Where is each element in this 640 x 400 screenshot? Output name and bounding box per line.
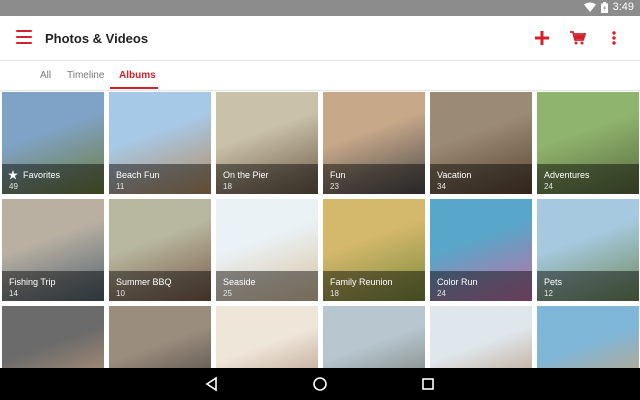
album-count: 34 [437, 182, 446, 191]
album-tile[interactable]: Summer BBQ 10 [109, 199, 211, 301]
navigation-bar [0, 368, 640, 400]
album-count: 25 [223, 289, 232, 298]
album-name: Color Run [437, 277, 478, 287]
album-tile[interactable]: Seaside 25 [216, 199, 318, 301]
album-tile[interactable] [2, 306, 104, 368]
album-name: Summer BBQ [116, 277, 172, 287]
album-count: 14 [9, 289, 18, 298]
album-tile[interactable] [537, 306, 639, 368]
album-tile[interactable] [216, 306, 318, 368]
star-icon [8, 170, 18, 180]
home-icon[interactable] [312, 376, 328, 392]
battery-icon [600, 1, 608, 13]
album-tile[interactable]: Color Run 24 [430, 199, 532, 301]
toolbar-actions [532, 28, 624, 48]
album-cover-photo [109, 306, 211, 368]
album-cover-photo [216, 306, 318, 368]
tab-bar: All Timeline Albums [0, 61, 640, 91]
album-name: Vacation [437, 170, 472, 180]
album-count: 18 [223, 182, 232, 191]
cart-icon [570, 31, 586, 45]
more-options-button[interactable] [604, 28, 624, 48]
album-cover-photo [323, 306, 425, 368]
album-tile[interactable] [109, 306, 211, 368]
album-count: 11 [116, 182, 125, 191]
album-name: Pets [544, 277, 563, 287]
tab-timeline[interactable]: Timeline [67, 70, 104, 81]
album-name: On the Pier [223, 170, 269, 180]
album-tile[interactable] [430, 306, 532, 368]
album-count: 12 [544, 289, 553, 298]
tab-all[interactable]: All [40, 70, 51, 81]
album-tile[interactable]: On the Pier 18 [216, 92, 318, 194]
album-name: Adventures [544, 170, 590, 180]
album-count: 18 [330, 289, 339, 298]
album-name: Fun [330, 170, 346, 180]
album-cover-photo [430, 306, 532, 368]
album-cover-photo [537, 306, 639, 368]
album-grid: Favorites 49 Beach Fun 11 On the Pier 18 Fun 23… [2, 92, 640, 368]
status-time: 3:49 [612, 1, 634, 13]
album-tile[interactable]: Family Reunion 18 [323, 199, 425, 301]
album-tile[interactable] [323, 306, 425, 368]
album-count: 49 [9, 182, 18, 191]
page-title: Photos & Videos [45, 31, 149, 46]
album-count: 24 [544, 182, 553, 191]
album-name: Seaside [223, 277, 256, 287]
album-count: 10 [116, 289, 125, 298]
album-name: Beach Fun [116, 170, 160, 180]
app-bar: Photos & Videos [0, 16, 640, 61]
album-cover-photo [2, 306, 104, 368]
back-icon[interactable] [204, 376, 220, 392]
album-name: Family Reunion [330, 277, 393, 287]
recents-icon[interactable] [420, 376, 436, 392]
album-count: 24 [437, 289, 446, 298]
album-tile[interactable]: Adventures 24 [537, 92, 639, 194]
plus-icon [535, 31, 549, 45]
wifi-icon [583, 2, 596, 12]
album-tile[interactable]: Pets 12 [537, 199, 639, 301]
album-tile[interactable]: Fishing Trip 14 [2, 199, 104, 301]
cart-button[interactable] [568, 28, 588, 48]
album-name: Favorites [23, 170, 61, 180]
album-tile[interactable]: Vacation 34 [430, 92, 532, 194]
more-vert-icon [612, 31, 616, 45]
status-bar: 3:49 [0, 0, 640, 16]
album-count: 23 [330, 182, 339, 191]
album-tile[interactable]: Beach Fun 11 [109, 92, 211, 194]
status-icons: 3:49 [583, 1, 634, 13]
menu-icon[interactable] [16, 30, 32, 44]
album-name: Fishing Trip [9, 277, 56, 287]
tab-active-indicator [110, 87, 158, 89]
album-tile[interactable]: Favorites 49 [2, 92, 104, 194]
album-tile[interactable]: Fun 23 [323, 92, 425, 194]
add-button[interactable] [532, 28, 552, 48]
tab-albums[interactable]: Albums [119, 70, 156, 81]
